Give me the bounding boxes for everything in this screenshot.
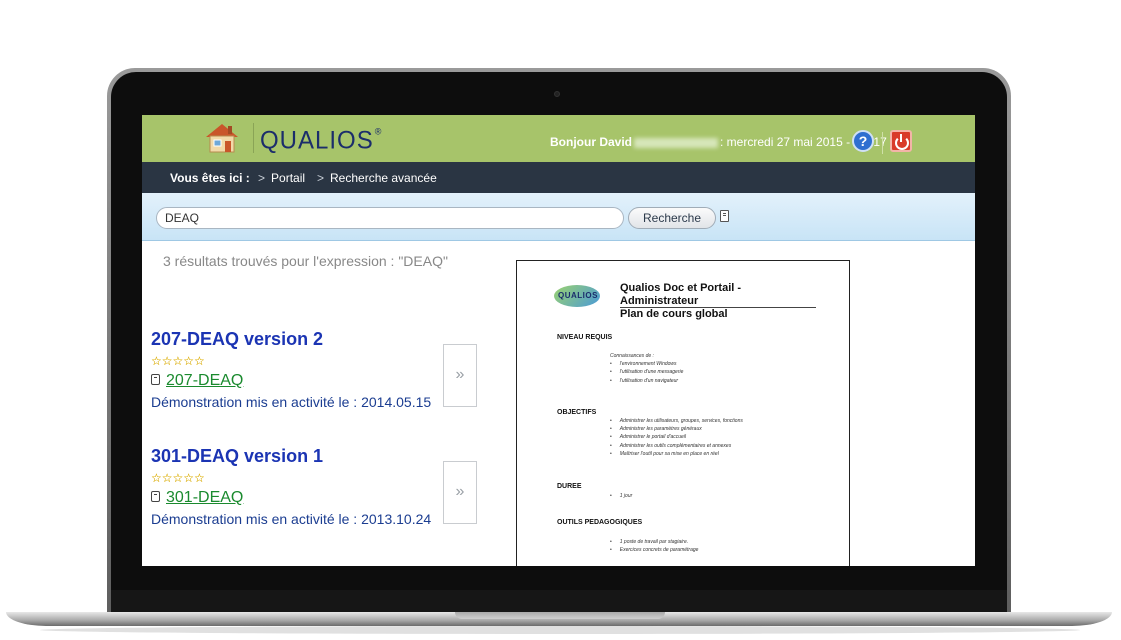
search-button[interactable]: Recherche (628, 207, 716, 229)
search-bar: Recherche (142, 193, 975, 241)
document-icon (151, 491, 160, 502)
document-link[interactable]: 207-DEAQ (166, 372, 243, 389)
preview-heading: OBJECTIFS (557, 409, 597, 416)
activation-date: Démonstration mis en activité le : 2013.… (151, 511, 432, 527)
preview-heading: DUREE (557, 483, 582, 490)
preview-heading: NIVEAU REQUIS (557, 334, 613, 341)
home-icon[interactable] (202, 121, 242, 155)
breadcrumb: Vous êtes ici : > Portail > Recherche avan… (142, 162, 975, 193)
preview-list: Administrer les utilisateurs, groupes, s… (610, 417, 743, 458)
breadcrumb-item-portail[interactable]: > Portail (258, 171, 305, 185)
result-title[interactable]: 207-DEAQ version 2 (151, 329, 481, 350)
preview-divider (620, 307, 816, 308)
results-summary: 3 résultats trouvés pour l'expression : … (163, 253, 448, 269)
preview-title: Qualios Doc et Portail - Administrateur … (620, 282, 742, 320)
top-header: QUALIOS® Bonjour David: mercredi 27 mai … (142, 115, 975, 162)
laptop-mockup: QUALIOS® Bonjour David: mercredi 27 mai … (0, 0, 1121, 640)
breadcrumb-label: Vous êtes ici : (170, 171, 250, 185)
document-icon (151, 374, 160, 385)
document-link-row: 207-DEAQ (151, 372, 481, 390)
camera-icon (554, 91, 560, 97)
document-link[interactable]: 301-DEAQ (166, 489, 243, 506)
rating-stars-icon[interactable]: ☆☆☆☆☆ (151, 354, 481, 368)
result-title[interactable]: 301-DEAQ version 1 (151, 446, 481, 467)
open-preview-button[interactable]: » (443, 461, 477, 524)
search-input[interactable] (156, 207, 624, 229)
help-button[interactable]: ? (852, 130, 874, 152)
open-preview-button[interactable]: » (443, 344, 477, 407)
laptop-chin (111, 590, 1007, 612)
help-icon: ? (858, 133, 868, 149)
redacted-name (634, 137, 719, 148)
qualios-logo: QUALIOS® (260, 126, 383, 155)
chevron-right-icon: > (317, 171, 325, 185)
preview-heading: OUTILS PEDAGOGIQUES (557, 519, 643, 526)
greeting-prefix: Bonjour David (550, 135, 633, 149)
logo-divider (253, 123, 254, 153)
laptop-shadow (40, 626, 1080, 634)
logout-power-icon[interactable] (890, 130, 912, 152)
app-screen: QUALIOS® Bonjour David: mercredi 27 mai … (142, 115, 975, 566)
preview-list: Connaissances de : l'environnement Windo… (610, 352, 683, 385)
double-chevron-right-icon: » (455, 366, 465, 383)
document-preview[interactable]: QUALIOS Qualios Doc et Portail - Adminis… (516, 260, 850, 566)
rating-stars-icon[interactable]: ☆☆☆☆☆ (151, 471, 481, 485)
laptop-notch (455, 612, 665, 619)
document-link-row: 301-DEAQ (151, 489, 481, 507)
activation-date: Démonstration mis en activité le : 2014.… (151, 394, 432, 410)
preview-logo: QUALIOS (554, 285, 600, 307)
user-greeting: Bonjour David: mercredi 27 mai 2015 - 15… (550, 135, 887, 149)
result-item: 207-DEAQ version 2 ☆☆☆☆☆ 207-DEAQ Démons… (151, 329, 481, 410)
preview-list: 1 jour (610, 492, 633, 500)
double-chevron-right-icon: » (455, 483, 465, 500)
header-divider (882, 132, 883, 154)
breadcrumb-item-recherche[interactable]: > Recherche avancée (317, 171, 437, 185)
document-icon[interactable] (720, 210, 729, 222)
result-item: 301-DEAQ version 1 ☆☆☆☆☆ 301-DEAQ Démons… (151, 446, 481, 527)
chevron-right-icon: > (258, 171, 266, 185)
preview-list: 1 poste de travail par stagiaire. Exerci… (610, 538, 699, 554)
